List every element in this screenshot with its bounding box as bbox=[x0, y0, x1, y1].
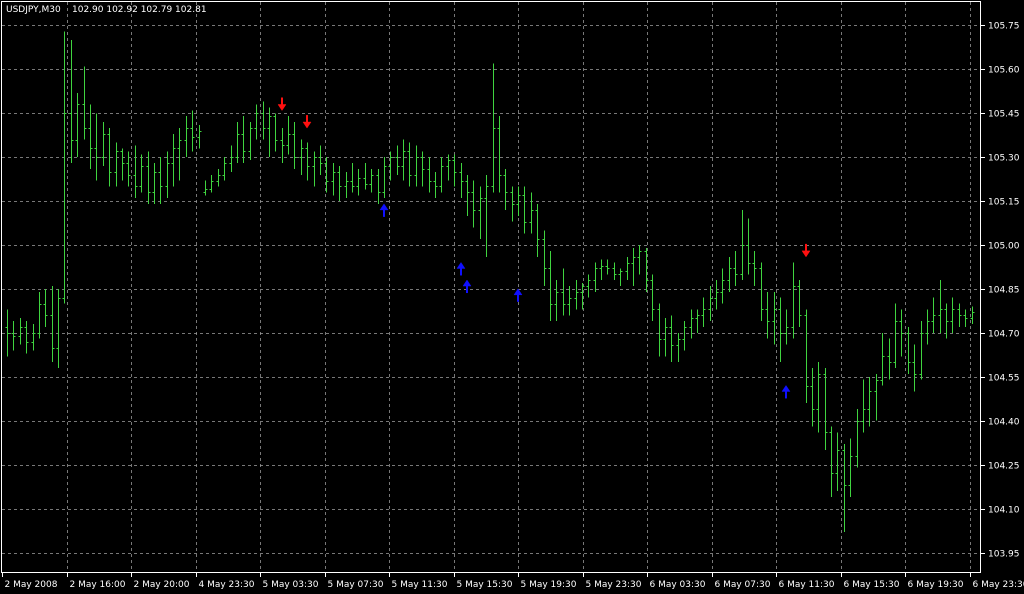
x-tick-label: 6 May 23:30 bbox=[973, 580, 1024, 590]
x-tick-label: 5 May 07:30 bbox=[328, 580, 384, 590]
x-tick-label: 5 May 15:30 bbox=[457, 580, 513, 590]
chart-ohlc: 102.90 102.92 102.79 102.81 bbox=[72, 5, 207, 15]
y-tick-label: 105.60 bbox=[988, 66, 1020, 76]
x-tick-label: 6 May 11:30 bbox=[779, 580, 835, 590]
x-tick-label: 6 May 15:30 bbox=[844, 580, 900, 590]
x-tick-label: 5 May 19:30 bbox=[521, 580, 577, 590]
x-tick-label: 5 May 03:30 bbox=[263, 580, 319, 590]
x-tick-label: 5 May 11:30 bbox=[392, 580, 448, 590]
y-tick-label: 104.55 bbox=[988, 374, 1020, 384]
x-tick-label: 4 May 23:30 bbox=[199, 580, 255, 590]
y-tick-label: 105.15 bbox=[988, 198, 1020, 208]
y-tick-label: 105.30 bbox=[988, 154, 1020, 164]
chart-background bbox=[0, 0, 1024, 594]
y-tick-label: 104.85 bbox=[988, 286, 1020, 296]
x-tick-label: 5 May 23:30 bbox=[586, 580, 642, 590]
y-tick-label: 104.70 bbox=[988, 330, 1020, 340]
x-tick-label: 6 May 03:30 bbox=[650, 580, 706, 590]
x-tick-label: 2 May 16:00 bbox=[70, 580, 126, 590]
x-tick-label: 6 May 19:30 bbox=[908, 580, 964, 590]
y-tick-label: 104.10 bbox=[988, 506, 1020, 516]
y-tick-label: 105.45 bbox=[988, 110, 1020, 120]
y-tick-label: 103.95 bbox=[988, 550, 1020, 560]
y-tick-label: 105.00 bbox=[988, 242, 1020, 252]
y-tick-label: 104.40 bbox=[988, 418, 1020, 428]
y-tick-label: 105.75 bbox=[988, 22, 1020, 32]
y-tick-label: 104.25 bbox=[988, 462, 1020, 472]
price-chart[interactable]: 105.75 105.60 105.45 105.30 105.15 105.00 104.… bbox=[0, 0, 1024, 594]
x-tick-label: 6 May 07:30 bbox=[715, 580, 771, 590]
x-tick-label: 2 May 2008 bbox=[5, 580, 58, 590]
chart-symbol: USDJPY,M30 bbox=[6, 5, 61, 15]
x-tick-label: 2 May 20:00 bbox=[134, 580, 190, 590]
